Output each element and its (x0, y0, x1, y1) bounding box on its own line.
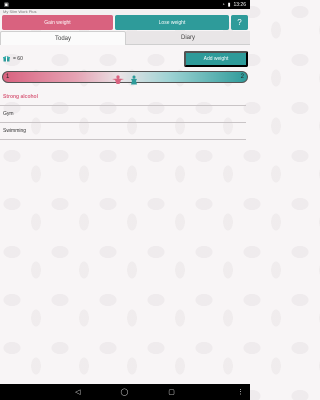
system-nav-bar: ◁ ◯ ▢ ⋮ (0, 384, 250, 400)
progress-start-label: 1 (6, 74, 10, 80)
overflow-menu-icon[interactable]: ⋮ (237, 388, 244, 396)
status-right: ◔ ▮ 13:26 (222, 2, 246, 8)
help-button[interactable]: ? (231, 15, 248, 30)
wifi-icon: ◔ (221, 1, 225, 8)
activity-list: Strong alcohol Gym Swimming (0, 89, 250, 140)
battery-icon: ▮ (227, 1, 231, 8)
counter-value: = 60 (13, 56, 23, 62)
list-item-gym[interactable]: Gym (0, 106, 246, 123)
list-item-swimming[interactable]: Swimming (0, 123, 246, 140)
pink-figure-icon (107, 72, 129, 90)
teal-figure-icon (127, 72, 141, 90)
tab-diary[interactable]: Diary (126, 31, 250, 45)
home-icon[interactable]: ◯ (120, 388, 128, 396)
tab-bar: Today Diary (0, 31, 250, 45)
back-icon[interactable]: ◁ (75, 388, 80, 396)
gain-weight-button[interactable]: Gain weight (2, 15, 113, 30)
weight-progress-bar: 1 2 (2, 71, 248, 85)
progress-end-label: 2 (240, 74, 244, 80)
gift-icon (3, 56, 10, 62)
status-time: 13:26 (233, 1, 246, 8)
status-bar: ▣ ◔ ▮ 13:26 (0, 0, 250, 9)
add-weight-button[interactable]: Add weight (184, 51, 248, 67)
list-item-strong-alcohol[interactable]: Strong alcohol (0, 89, 246, 106)
android-debug-icon: ▣ (4, 1, 9, 8)
tab-today[interactable]: Today (0, 31, 126, 45)
lose-weight-button[interactable]: Lose weight (115, 15, 229, 30)
recent-apps-icon[interactable]: ▢ (168, 388, 175, 396)
counter-row: = 60 (3, 51, 23, 67)
top-button-row: Gain weight Lose weight ? (0, 15, 250, 30)
